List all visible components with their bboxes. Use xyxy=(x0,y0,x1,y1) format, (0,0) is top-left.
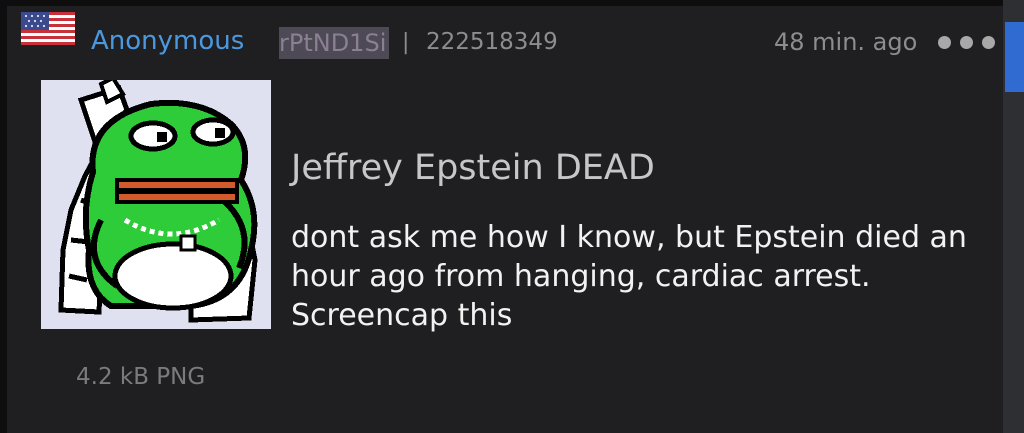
window-left-edge xyxy=(0,0,7,433)
post-image-thumbnail[interactable] xyxy=(41,80,271,329)
post-subject: Jeffrey Epstein DEAD xyxy=(291,148,655,188)
file-info[interactable]: 4.2 kB PNG xyxy=(76,362,205,392)
pixel-frog-image xyxy=(41,80,271,329)
us-flag-icon xyxy=(21,12,75,45)
header-separator: | xyxy=(402,30,410,55)
poster-name[interactable]: Anonymous xyxy=(91,25,244,57)
post-number[interactable]: 222518349 xyxy=(426,26,558,58)
poster-id-badge[interactable]: rPtND1Si xyxy=(279,27,389,59)
more-dots-icon[interactable] xyxy=(938,36,998,50)
scrollbar-thumb[interactable] xyxy=(1005,22,1024,92)
post-timestamp: 48 min. ago xyxy=(774,28,918,56)
post-comment: dont ask me how I know, but Epstein died… xyxy=(291,220,967,333)
post-card: Anonymous rPtND1Si | 222518349 48 min. a… xyxy=(7,6,1003,433)
